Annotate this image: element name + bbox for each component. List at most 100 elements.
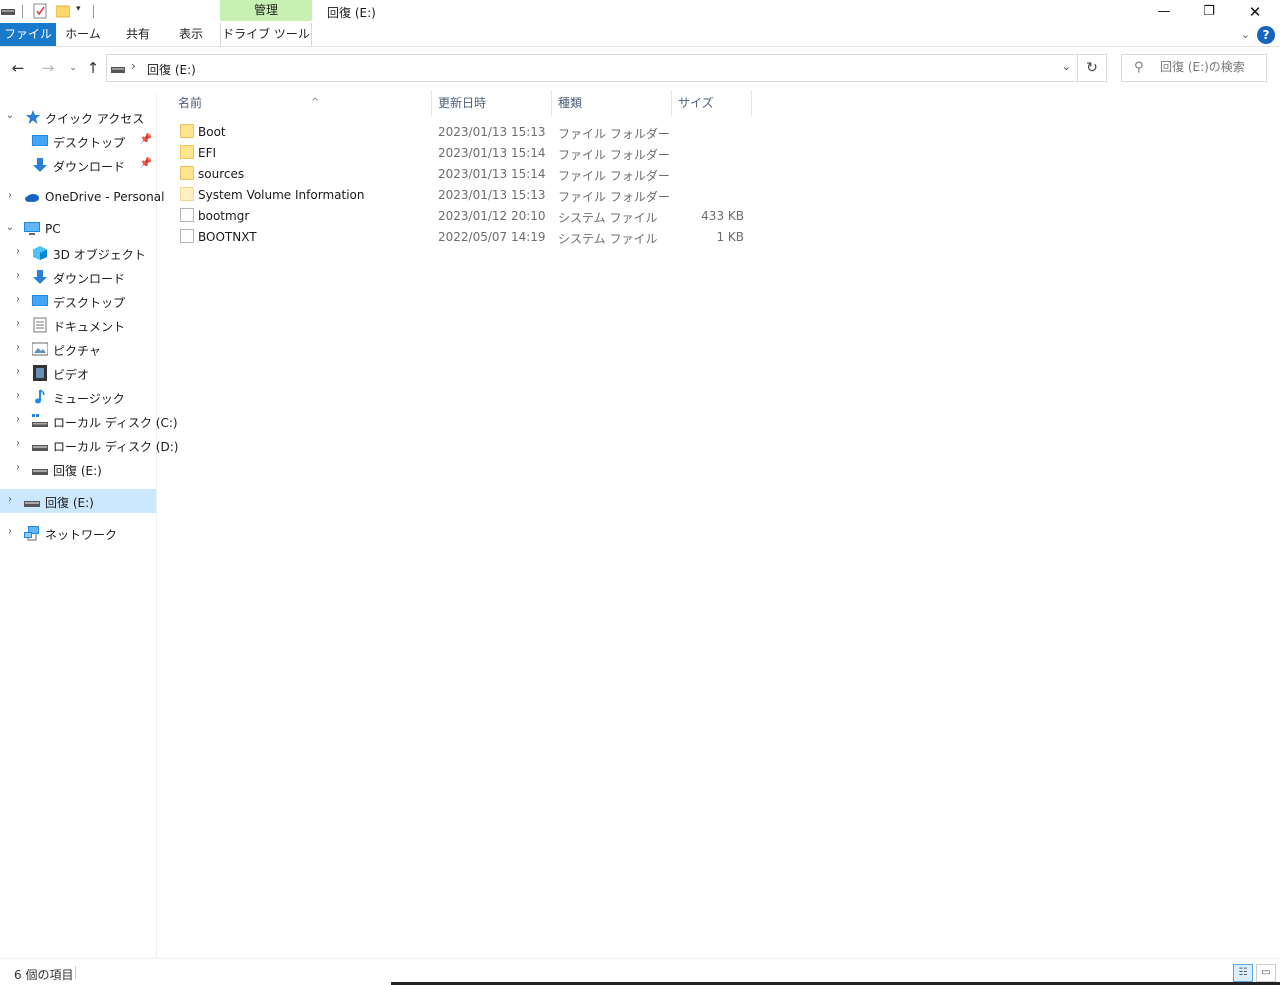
ribbon-tabs: ファイル ホーム 共有 表示 ドライブ ツール [0,23,1280,47]
chevron-right-icon[interactable]: › [4,494,16,505]
tab-share[interactable]: 共有 [116,23,160,46]
chevron-right-icon[interactable]: › [12,366,24,377]
restore-button[interactable]: ❐ [1186,0,1232,23]
chevron-right-icon[interactable]: › [4,526,16,537]
sidebar-item-3d-objects[interactable]: › 3D オブジェクト [0,241,156,265]
address-dropdown-icon[interactable]: ⌄ [1062,60,1071,73]
chevron-right-icon[interactable]: › [12,246,24,257]
file-row-sources[interactable]: sources 2023/01/13 15:14 ファイル フォルダー [176,163,752,184]
breadcrumb-chevron-icon[interactable]: › [131,59,136,73]
title-bar: ▾ 管理 回復 (E:) — ❐ ✕ [0,0,1280,23]
chevron-right-icon[interactable]: › [12,294,24,305]
sidebar-item-local-disk-c[interactable]: › ローカル ディスク (C:) [0,409,178,433]
tab-file[interactable]: ファイル [0,23,56,46]
tab-drive-tools[interactable]: ドライブ ツール [220,23,312,46]
video-icon [33,365,47,381]
download-icon [33,158,47,172]
minimize-button[interactable]: — [1141,0,1187,23]
sidebar-item-desktop[interactable]: › デスクトップ [0,289,156,313]
file-row-system-volume-information[interactable]: System Volume Information 2023/01/13 15:… [176,184,752,205]
ribbon-expand-icon[interactable]: ⌄ [1241,28,1250,41]
download-icon [33,270,47,284]
chevron-right-icon[interactable]: › [12,462,24,473]
refresh-button[interactable]: ↻ [1078,54,1107,82]
pin-icon: 📌 [139,158,152,169]
sidebar-item-recovery-e[interactable]: › 回復 (E:) [0,457,156,481]
sidebar-item-pc[interactable]: ⌄ PC [0,217,156,241]
file-row-bootnxt[interactable]: BOOTNXT 2022/05/07 14:19 システム ファイル 1 KB [176,226,752,247]
properties-icon[interactable] [33,3,48,19]
desktop-icon [32,295,48,306]
sidebar-item-network[interactable]: › ネットワーク [0,521,156,545]
details-view-button[interactable]: ☷ [1233,964,1253,982]
system-file-icon [180,208,194,222]
help-button[interactable]: ? [1257,26,1275,44]
chevron-right-icon[interactable]: › [4,190,16,201]
sidebar-item-documents[interactable]: › ドキュメント [0,313,156,337]
tab-view[interactable]: 表示 [170,23,212,46]
sidebar-item-onedrive[interactable]: › OneDrive - Personal [0,185,164,209]
sidebar-item-local-disk-d[interactable]: › ローカル ディスク (D:) [0,433,178,457]
large-icons-view-button[interactable]: ▭ [1256,964,1276,982]
sidebar-item-pictures[interactable]: › ピクチャ [0,337,156,361]
qat-divider [22,5,23,18]
chevron-down-icon[interactable]: ⌄ [4,110,16,121]
column-header-date[interactable]: 更新日時 [432,90,552,116]
window-title: 回復 (E:) [327,6,376,20]
chevron-right-icon[interactable]: › [12,342,24,353]
search-icon: ⚲ [1134,60,1144,75]
pc-icon [24,222,40,235]
status-divider [75,966,76,979]
network-icon [24,526,39,541]
qat-customize-icon[interactable]: ▾ [76,4,81,14]
folder-icon [180,124,194,138]
column-header-type[interactable]: 種類 [552,90,672,116]
sidebar-item-music[interactable]: › ミュージック [0,385,156,409]
sidebar-item-quick-access[interactable]: ⌄ クイック アクセス [0,105,156,129]
context-tab-group: 管理 [220,0,312,21]
chevron-right-icon[interactable]: › [12,390,24,401]
address-bar[interactable]: › 回復 (E:) ⌄ [106,54,1078,82]
picture-icon [32,342,48,356]
sidebar-item-download[interactable]: › ダウンロード [0,265,156,289]
file-row-boot[interactable]: Boot 2023/01/13 15:13 ファイル フォルダー [176,121,752,142]
pin-icon: 📌 [139,134,152,145]
column-header-size[interactable]: サイズ [672,90,752,116]
chevron-right-icon[interactable]: › [12,318,24,329]
drive-icon [32,445,48,451]
new-folder-icon[interactable] [56,4,70,18]
chevron-right-icon[interactable]: › [12,270,24,281]
hidden-folder-icon [180,187,194,201]
chevron-down-icon[interactable]: ⌄ [4,222,16,233]
sidebar-item-download-pinned[interactable]: ダウンロード 📌 [0,153,156,177]
music-icon [35,389,45,404]
sidebar-item-recovery-e-root[interactable]: › 回復 (E:) [0,489,156,513]
folder-icon [180,166,194,180]
qat-divider [93,5,94,18]
search-box[interactable]: ⚲ [1121,54,1267,82]
drive-icon [24,501,40,507]
breadcrumb-current[interactable]: 回復 (E:) [147,61,196,78]
sidebar-item-videos[interactable]: › ビデオ [0,361,156,385]
drive-icon [111,67,125,73]
star-icon [26,110,40,124]
column-header-name[interactable]: 名前 ^ [172,90,432,116]
search-input[interactable] [1160,60,1264,74]
up-button[interactable]: ↑ [83,58,103,78]
file-list: 名前 ^ 更新日時 種類 サイズ Boot 2023/01/13 15:13 フ… [158,88,1280,958]
forward-button[interactable]: → [38,58,58,78]
drive-icon [32,469,48,475]
cloud-icon [25,194,39,202]
tab-home[interactable]: ホーム [60,23,106,46]
file-row-efi[interactable]: EFI 2023/01/13 15:14 ファイル フォルダー [176,142,752,163]
chevron-right-icon[interactable]: › [12,438,24,449]
sidebar-item-desktop-pinned[interactable]: デスクトップ 📌 [0,129,156,153]
system-drive-icon [32,414,48,427]
desktop-icon [32,135,48,146]
back-button[interactable]: ← [8,58,28,78]
cube-icon [33,246,47,260]
close-button[interactable]: ✕ [1232,0,1278,23]
file-row-bootmgr[interactable]: bootmgr 2023/01/12 20:10 システム ファイル 433 K… [176,205,752,226]
chevron-right-icon[interactable]: › [12,414,24,425]
recent-locations-button[interactable]: ⌄ [63,58,83,78]
